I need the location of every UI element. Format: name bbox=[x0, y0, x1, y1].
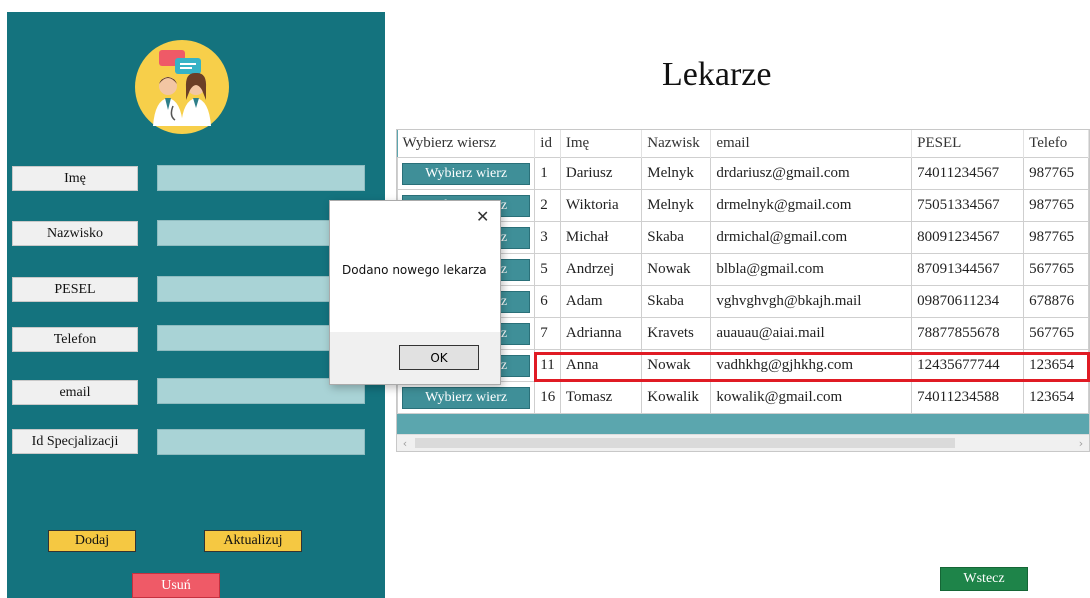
column-header-email[interactable]: email bbox=[710, 130, 913, 158]
cell-last-name: Melnyk bbox=[641, 157, 712, 190]
cell-pesel: 74011234588 bbox=[911, 381, 1025, 414]
table-row[interactable]: Wybierz wierz 11 Anna Nowak vadhkhg@gjhk… bbox=[397, 349, 1089, 382]
column-header-last-name[interactable]: Nazwisk bbox=[641, 130, 712, 158]
update-button[interactable]: Aktualizuj bbox=[204, 530, 302, 552]
cell-id: 3 bbox=[534, 221, 561, 254]
select-row-button[interactable]: Wybierz wierz bbox=[402, 386, 531, 409]
cell-id: 2 bbox=[534, 189, 561, 222]
page-title: Lekarze bbox=[662, 56, 772, 93]
cell-first-name: Dariusz bbox=[559, 157, 643, 190]
column-header-pesel[interactable]: PESEL bbox=[911, 130, 1025, 158]
add-button[interactable]: Dodaj bbox=[48, 530, 136, 552]
cell-phone: 987765 bbox=[1023, 189, 1089, 222]
cell-last-name: Nowak bbox=[641, 349, 712, 382]
cell-last-name: Kravets bbox=[641, 317, 712, 350]
cell-pesel: 87091344567 bbox=[911, 253, 1025, 286]
cell-first-name: Wiktoria bbox=[559, 189, 643, 222]
cell-phone: 987765 bbox=[1023, 221, 1089, 254]
cell-first-name: Anna bbox=[559, 349, 643, 382]
pesel-label: PESEL bbox=[12, 277, 138, 302]
cell-pesel: 12435677744 bbox=[911, 349, 1025, 382]
select-row-button[interactable]: Wybierz wierz bbox=[402, 162, 531, 185]
cell-phone: 567765 bbox=[1023, 253, 1089, 286]
back-button[interactable]: Wstecz bbox=[940, 567, 1028, 591]
cell-pesel: 80091234567 bbox=[911, 221, 1025, 254]
cell-email: drdariusz@gmail.com bbox=[710, 157, 913, 190]
ok-button[interactable]: OK bbox=[399, 345, 479, 370]
first-name-input[interactable] bbox=[157, 165, 365, 191]
cell-last-name: Kowalik bbox=[641, 381, 712, 414]
cell-first-name: Adrianna bbox=[559, 317, 643, 350]
column-header-phone[interactable]: Telefo bbox=[1023, 130, 1089, 158]
last-name-label: Nazwisko bbox=[12, 221, 138, 246]
specialization-id-input[interactable] bbox=[157, 429, 365, 455]
cell-email: vghvghvgh@bkajh.mail bbox=[710, 285, 913, 318]
cell-first-name: Andrzej bbox=[559, 253, 643, 286]
table-row[interactable]: Wybierz wierz 3 Michał Skaba drmichal@gm… bbox=[397, 221, 1089, 254]
cell-last-name: Skaba bbox=[641, 285, 712, 318]
table-row[interactable]: Wybierz wierz 7 Adrianna Kravets auauau@… bbox=[397, 317, 1089, 350]
specialization-id-label: Id Specjalizacji bbox=[12, 429, 138, 454]
scroll-right-icon[interactable]: › bbox=[1073, 435, 1089, 451]
cell-pesel: 74011234567 bbox=[911, 157, 1025, 190]
cell-pesel: 75051334567 bbox=[911, 189, 1025, 222]
column-header-select[interactable]: Wybierz wiersz bbox=[397, 130, 536, 158]
cell-email: auauau@aiai.mail bbox=[710, 317, 913, 350]
table-row[interactable]: Wybierz wierz 1 Dariusz Melnyk drdariusz… bbox=[397, 157, 1089, 190]
scrollbar-thumb[interactable] bbox=[415, 438, 955, 448]
cell-id: 1 bbox=[534, 157, 561, 190]
table-row[interactable]: Wybierz wierz 6 Adam Skaba vghvghvgh@bka… bbox=[397, 285, 1089, 318]
cell-first-name: Tomasz bbox=[559, 381, 643, 414]
cell-first-name: Michał bbox=[559, 221, 643, 254]
cell-last-name: Skaba bbox=[641, 221, 712, 254]
cell-first-name: Adam bbox=[559, 285, 643, 318]
doctors-avatar-icon bbox=[135, 40, 229, 134]
delete-button[interactable]: Usuń bbox=[132, 573, 220, 598]
cell-phone: 567765 bbox=[1023, 317, 1089, 350]
cell-email: drmelnyk@gmail.com bbox=[710, 189, 913, 222]
cell-phone: 678876 bbox=[1023, 285, 1089, 318]
cell-phone: 123654 bbox=[1023, 349, 1089, 382]
column-header-id[interactable]: id bbox=[534, 130, 561, 158]
cell-last-name: Nowak bbox=[641, 253, 712, 286]
table-row[interactable]: Wybierz wierz 2 Wiktoria Melnyk drmelnyk… bbox=[397, 189, 1089, 222]
cell-email: blbla@gmail.com bbox=[710, 253, 913, 286]
cell-phone: 123654 bbox=[1023, 381, 1089, 414]
cell-last-name: Melnyk bbox=[641, 189, 712, 222]
cell-id: 16 bbox=[534, 381, 561, 414]
cell-id: 11 bbox=[534, 349, 561, 382]
table-row[interactable]: Wybierz wierz 16 Tomasz Kowalik kowalik@… bbox=[397, 381, 1089, 414]
cell-email: vadhkhg@gjhkhg.com bbox=[710, 349, 913, 382]
phone-label: Telefon bbox=[12, 327, 138, 352]
cell-email: kowalik@gmail.com bbox=[710, 381, 913, 414]
cell-phone: 987765 bbox=[1023, 157, 1089, 190]
scroll-left-icon[interactable]: ‹ bbox=[397, 435, 413, 451]
cell-email: drmichal@gmail.com bbox=[710, 221, 913, 254]
close-icon[interactable]: ✕ bbox=[476, 207, 489, 226]
column-header-first-name[interactable]: Imę bbox=[560, 130, 643, 158]
cell-id: 5 bbox=[534, 253, 561, 286]
horizontal-scrollbar[interactable]: ‹ › bbox=[397, 434, 1089, 451]
dialog-message: Dodano nowego lekarza bbox=[342, 263, 487, 277]
cell-pesel: 78877855678 bbox=[911, 317, 1025, 350]
table-row[interactable]: Wybierz wierz 5 Andrzej Nowak blbla@gmai… bbox=[397, 253, 1089, 286]
cell-pesel: 09870611234 bbox=[911, 285, 1025, 318]
first-name-label: Imę bbox=[12, 166, 138, 191]
cell-id: 6 bbox=[534, 285, 561, 318]
message-dialog: ✕ Dodano nowego lekarza OK bbox=[329, 200, 501, 385]
grid-header-row: Wybierz wiersz id Imę Nazwisk email PESE… bbox=[397, 130, 1089, 158]
cell-id: 7 bbox=[534, 317, 561, 350]
email-label: email bbox=[12, 380, 138, 405]
